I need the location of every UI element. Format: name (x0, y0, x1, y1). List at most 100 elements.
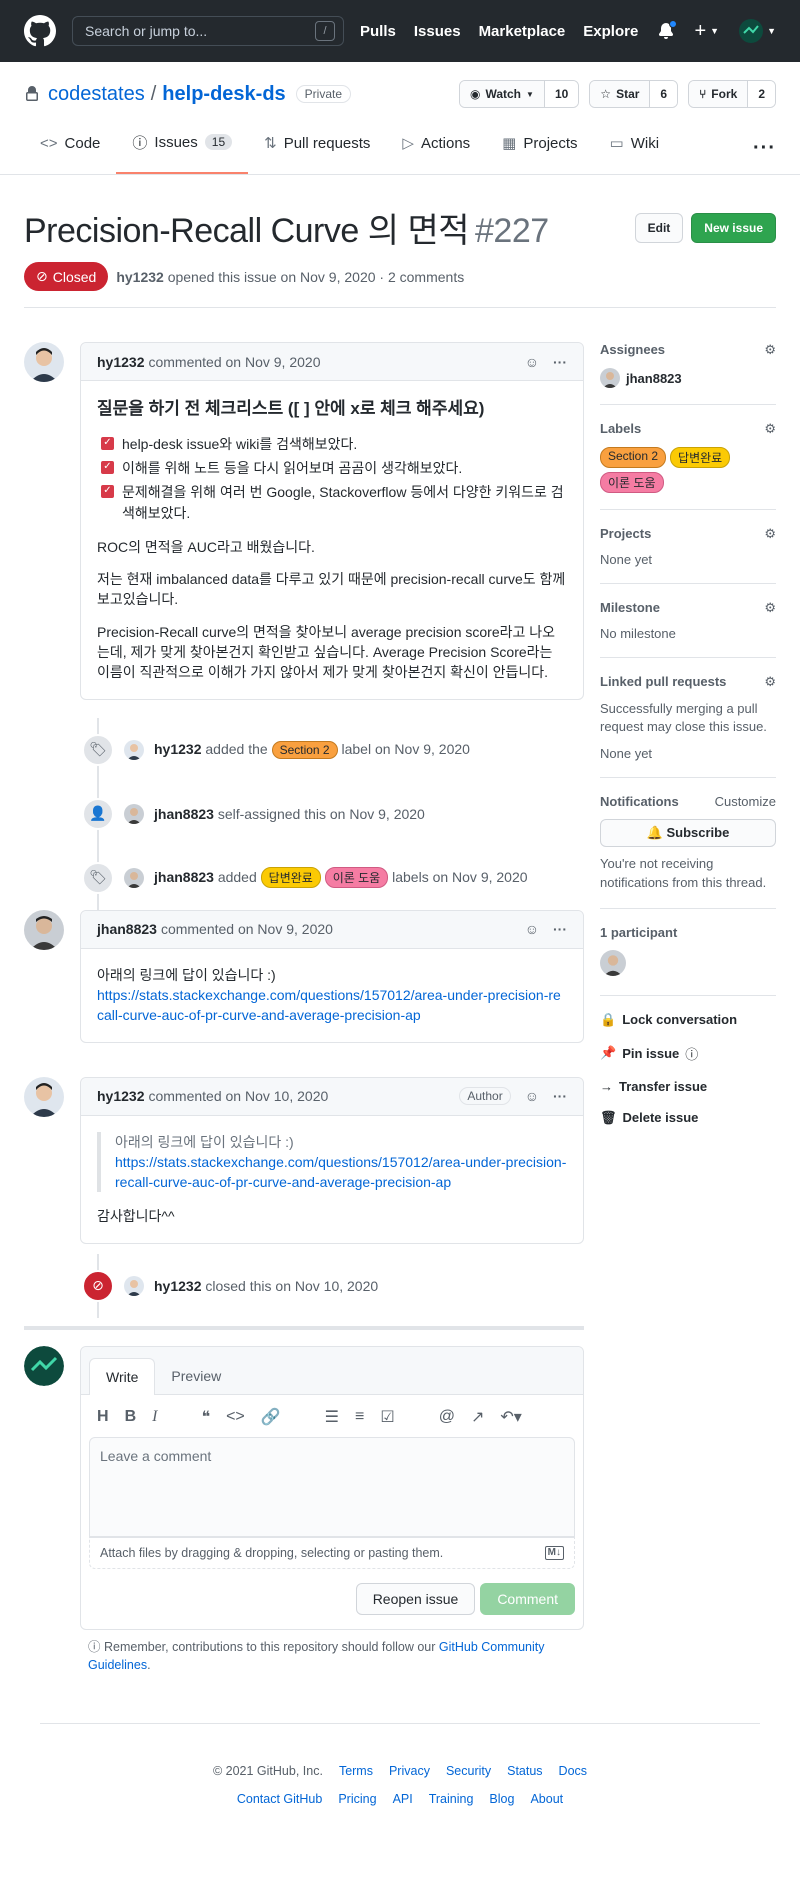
label-badge[interactable]: 이론 도움 (600, 472, 664, 493)
avatar[interactable] (600, 949, 626, 976)
footer-link[interactable]: Docs (559, 1764, 587, 1778)
footer-link[interactable]: Status (507, 1764, 542, 1778)
footer-link[interactable]: Training (429, 1792, 474, 1806)
event-actor[interactable]: jhan8823 (154, 806, 214, 822)
fork-count[interactable]: 2 (748, 81, 775, 107)
avatar[interactable] (124, 1275, 144, 1296)
tab-write[interactable]: Write (89, 1357, 156, 1395)
footer-link[interactable]: Pricing (338, 1792, 376, 1806)
code-icon[interactable]: <> (226, 1408, 245, 1426)
gear-icon[interactable]: ⚙ (764, 342, 776, 358)
new-issue-button[interactable]: New issue (691, 212, 776, 243)
tab-pull-requests[interactable]: ⇅ Pull requests (248, 126, 386, 174)
comment-author[interactable]: hy1232 (97, 1088, 144, 1104)
cross-reference-icon[interactable]: ↗ (471, 1407, 484, 1427)
comment-author[interactable]: hy1232 (97, 354, 144, 370)
label-badge[interactable]: Section 2 (271, 740, 338, 759)
mention-icon[interactable]: @ (439, 1408, 455, 1426)
avatar[interactable] (24, 1076, 64, 1117)
ordered-list-icon[interactable]: ≡ (355, 1408, 364, 1426)
comment-author[interactable]: jhan8823 (97, 921, 157, 937)
customize-link[interactable]: Customize (715, 794, 776, 809)
tab-actions[interactable]: ▷ Actions (386, 126, 486, 174)
nav-pulls[interactable]: Pulls (360, 23, 396, 40)
quote-link[interactable]: https://stats.stackexchange.com/question… (115, 1154, 566, 1190)
footer-link[interactable]: Terms (339, 1764, 373, 1778)
footer-link[interactable]: Blog (489, 1792, 514, 1806)
heading-icon[interactable]: H (97, 1408, 109, 1426)
event-actor[interactable]: hy1232 (154, 741, 201, 757)
avatar[interactable] (24, 1345, 64, 1386)
watch-count[interactable]: 10 (544, 81, 579, 107)
create-new-plus-icon[interactable]: + ▼ (694, 20, 719, 43)
label-badge[interactable]: 답변완료 (670, 447, 731, 468)
assignee-name[interactable]: jhan8823 (626, 371, 682, 386)
fork-button[interactable]: ⑂ Fork (689, 81, 749, 107)
label-badge[interactable]: 이론 도움 (324, 867, 389, 889)
more-tabs-kebab-icon[interactable]: ··· (753, 137, 776, 174)
star-count[interactable]: 6 (650, 81, 678, 107)
watch-button[interactable]: ◉ Watch ▼ (459, 81, 545, 107)
reopen-issue-button[interactable]: Reopen issue (355, 1582, 476, 1615)
notifications-bell-icon[interactable] (658, 20, 678, 39)
tab-preview[interactable]: Preview (155, 1358, 237, 1394)
repo-owner-link[interactable]: codestates (48, 83, 145, 106)
transfer-issue-button[interactable]: → Transfer issue (600, 1079, 776, 1094)
italic-icon[interactable]: I (152, 1408, 157, 1426)
footer-link[interactable]: Contact GitHub (237, 1792, 322, 1806)
smiley-icon[interactable]: ☺ (525, 921, 539, 937)
footer-link[interactable]: About (530, 1792, 563, 1806)
github-logo-icon[interactable] (24, 15, 56, 47)
lock-conversation-button[interactable]: 🔒 Lock conversation (600, 1012, 776, 1028)
tab-code[interactable]: <> Code (24, 126, 116, 174)
nav-marketplace[interactable]: Marketplace (479, 23, 566, 40)
footer-link[interactable]: Security (446, 1764, 491, 1778)
footer-link[interactable]: API (393, 1792, 413, 1806)
edit-button[interactable]: Edit (634, 212, 684, 243)
issue-opener[interactable]: hy1232 (116, 269, 163, 285)
avatar[interactable] (24, 909, 64, 950)
kebab-menu-icon[interactable]: ··· (553, 354, 567, 370)
quote-icon[interactable]: ❝ (201, 1407, 210, 1427)
nav-explore[interactable]: Explore (583, 23, 638, 40)
subscribe-button[interactable]: 🔔 Subscribe (600, 819, 776, 848)
label-badge[interactable]: 답변완료 (260, 867, 321, 889)
tab-projects[interactable]: ▦ Projects (486, 126, 593, 174)
reply-icon[interactable]: ↶▾ (500, 1407, 521, 1427)
comment-link[interactable]: https://stats.stackexchange.com/question… (97, 987, 561, 1023)
markdown-icon[interactable]: M↓ (544, 1545, 564, 1560)
gear-icon[interactable]: ⚙ (764, 600, 776, 616)
file-attach-zone[interactable]: Attach files by dragging & dropping, sel… (89, 1536, 575, 1569)
nav-issues[interactable]: Issues (414, 23, 461, 40)
event-actor[interactable]: jhan8823 (154, 869, 214, 885)
comment-textarea[interactable]: Leave a comment (89, 1436, 575, 1537)
user-avatar-menu[interactable]: ▼ (739, 19, 776, 43)
gear-icon[interactable]: ⚙ (764, 674, 776, 690)
unordered-list-icon[interactable]: ☰ (325, 1407, 339, 1427)
star-button[interactable]: ☆ Star (590, 81, 651, 107)
kebab-menu-icon[interactable]: ··· (553, 1088, 567, 1104)
checkbox-checked-icon[interactable]: ✓ (101, 460, 114, 474)
bold-icon[interactable]: B (125, 1408, 137, 1426)
checkbox-checked-icon[interactable]: ✓ (101, 436, 114, 450)
comment-meta[interactable]: commented on Nov 10, 2020 (148, 1088, 328, 1104)
gear-icon[interactable]: ⚙ (764, 421, 776, 437)
kebab-menu-icon[interactable]: ··· (553, 921, 567, 937)
pin-issue-button[interactable]: 📌 Pin issue ⓘ (600, 1044, 776, 1063)
avatar[interactable] (124, 867, 144, 888)
avatar[interactable] (124, 739, 144, 760)
search-input[interactable]: Search or jump to... / (72, 16, 344, 46)
smiley-icon[interactable]: ☺ (525, 354, 539, 370)
comment-button[interactable]: Comment (480, 1582, 575, 1615)
event-actor[interactable]: hy1232 (154, 1278, 201, 1294)
tab-issues[interactable]: ⓘ Issues 15 (116, 126, 249, 174)
footer-link[interactable]: Privacy (389, 1764, 430, 1778)
smiley-icon[interactable]: ☺ (525, 1088, 539, 1104)
comment-meta[interactable]: commented on Nov 9, 2020 (148, 354, 320, 370)
link-icon[interactable]: 🔗 (261, 1407, 281, 1427)
delete-issue-button[interactable]: 🗑 Delete issue (600, 1110, 776, 1126)
checkbox-checked-icon[interactable]: ✓ (101, 485, 114, 499)
avatar[interactable] (124, 803, 144, 824)
label-badge[interactable]: Section 2 (600, 447, 667, 468)
tab-wiki[interactable]: ▭ Wiki (594, 126, 676, 174)
